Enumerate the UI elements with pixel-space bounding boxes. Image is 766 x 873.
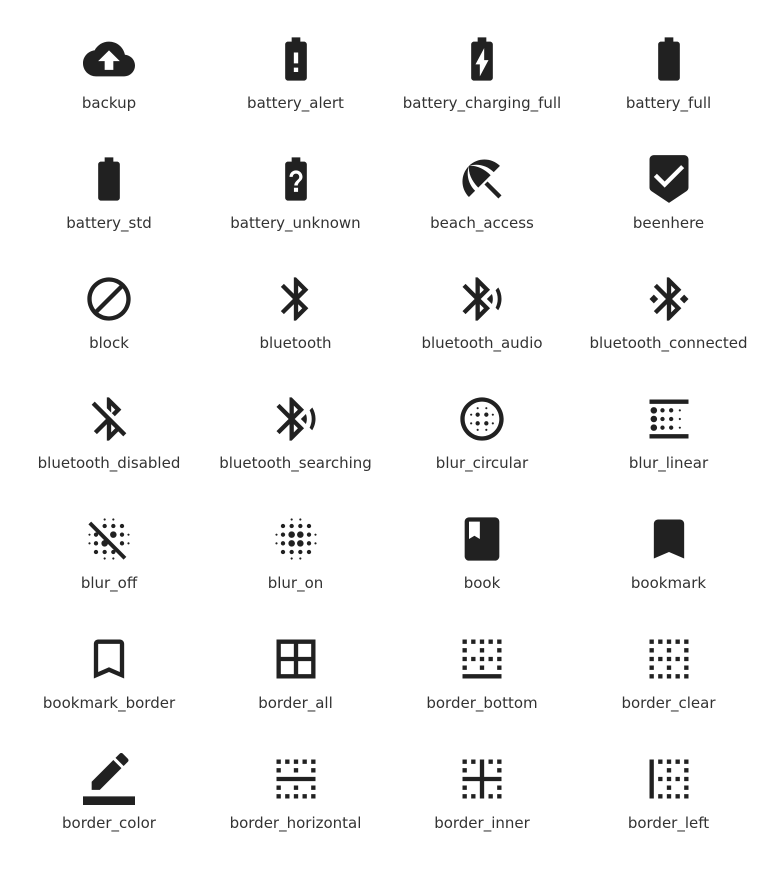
icon-tile-border-clear[interactable]: border_clear	[575, 633, 762, 753]
border-horizontal-icon	[270, 753, 322, 805]
icon-tile-bookmark[interactable]: bookmark	[575, 513, 762, 633]
icon-tile-backup[interactable]: backup	[16, 33, 202, 153]
icon-label: border_color	[62, 814, 156, 832]
icon-tile-bluetooth-searching[interactable]: bluetooth_searching	[202, 393, 389, 513]
icon-tile-bluetooth-connected[interactable]: bluetooth_connected	[575, 273, 762, 393]
icon-label: battery_full	[625, 94, 712, 112]
battery-charging-full-icon	[456, 33, 508, 85]
block-icon	[83, 273, 135, 325]
icon-tile-border-horizontal[interactable]: border_horizontal	[202, 753, 389, 873]
icon-label: bluetooth_searching	[219, 454, 372, 472]
border-inner-icon	[456, 753, 508, 805]
beach-access-icon	[456, 153, 508, 205]
icon-label: bluetooth	[259, 334, 332, 352]
icon-tile-border-left[interactable]: border_left	[575, 753, 762, 873]
icon-label: blur_circular	[435, 454, 529, 472]
icon-label: border_horizontal	[229, 814, 362, 832]
icon-tile-blur-circular[interactable]: blur_circular	[389, 393, 575, 513]
icon-tile-border-bottom[interactable]: border_bottom	[389, 633, 575, 753]
icon-tile-border-color[interactable]: border_color	[16, 753, 202, 873]
bookmark-border-icon	[83, 633, 135, 685]
icon-label: beach_access	[430, 214, 534, 232]
battery-alert-icon	[270, 33, 322, 85]
icon-tile-battery-full[interactable]: battery_full	[575, 33, 762, 153]
icon-label: battery_charging_full	[402, 94, 562, 112]
icon-label: beenhere	[632, 214, 705, 232]
icon-tile-bluetooth-disabled[interactable]: bluetooth_disabled	[16, 393, 202, 513]
icon-grid: backup battery_alert battery_charging_fu…	[0, 0, 766, 873]
backup-icon	[83, 33, 135, 85]
border-all-icon	[270, 633, 322, 685]
icon-label: battery_unknown	[230, 214, 361, 232]
bluetooth-searching-icon	[270, 393, 322, 445]
icon-label: battery_alert	[247, 94, 344, 112]
icon-label: blur_off	[80, 574, 138, 592]
blur-linear-icon	[643, 393, 695, 445]
beenhere-icon	[643, 153, 695, 205]
border-bottom-icon	[456, 633, 508, 685]
icon-label: bluetooth_connected	[589, 334, 748, 352]
icon-tile-beenhere[interactable]: beenhere	[575, 153, 762, 273]
icon-tile-border-all[interactable]: border_all	[202, 633, 389, 753]
icon-label: bookmark_border	[42, 694, 176, 712]
bookmark-icon	[643, 513, 695, 565]
icon-label: bluetooth_disabled	[37, 454, 181, 472]
icon-label: border_all	[258, 694, 333, 712]
icon-tile-beach-access[interactable]: beach_access	[389, 153, 575, 273]
icon-label: border_left	[627, 814, 710, 832]
blur-off-icon	[83, 513, 135, 565]
icon-tile-battery-std[interactable]: battery_std	[16, 153, 202, 273]
icon-label: border_clear	[621, 694, 716, 712]
bluetooth-disabled-icon	[83, 393, 135, 445]
icon-tile-blur-on[interactable]: blur_on	[202, 513, 389, 633]
icon-tile-battery-alert[interactable]: battery_alert	[202, 33, 389, 153]
bluetooth-icon	[270, 273, 322, 325]
book-icon	[456, 513, 508, 565]
icon-label: block	[89, 334, 129, 352]
blur-circular-icon	[456, 393, 508, 445]
battery-full-icon	[643, 33, 695, 85]
icon-tile-battery-unknown[interactable]: battery_unknown	[202, 153, 389, 273]
icon-label: blur_on	[267, 574, 324, 592]
icon-tile-book[interactable]: book	[389, 513, 575, 633]
icon-tile-bluetooth-audio[interactable]: bluetooth_audio	[389, 273, 575, 393]
icon-tile-border-inner[interactable]: border_inner	[389, 753, 575, 873]
blur-on-icon	[270, 513, 322, 565]
bluetooth-audio-icon	[456, 273, 508, 325]
icon-label: border_bottom	[426, 694, 538, 712]
icon-tile-bluetooth[interactable]: bluetooth	[202, 273, 389, 393]
battery-unknown-icon	[270, 153, 322, 205]
border-clear-icon	[643, 633, 695, 685]
icon-tile-block[interactable]: block	[16, 273, 202, 393]
battery-std-icon	[83, 153, 135, 205]
icon-tile-bookmark-border[interactable]: bookmark_border	[16, 633, 202, 753]
icon-label: border_inner	[434, 814, 530, 832]
icon-tile-blur-off[interactable]: blur_off	[16, 513, 202, 633]
bluetooth-connected-icon	[643, 273, 695, 325]
icon-label: book	[463, 574, 501, 592]
border-left-icon	[643, 753, 695, 805]
border-color-icon	[83, 753, 135, 805]
icon-tile-battery-charging-full[interactable]: battery_charging_full	[389, 33, 575, 153]
icon-label: blur_linear	[628, 454, 709, 472]
icon-label: battery_std	[66, 214, 152, 232]
icon-label: bluetooth_audio	[421, 334, 543, 352]
icon-tile-blur-linear[interactable]: blur_linear	[575, 393, 762, 513]
icon-label: backup	[81, 94, 137, 112]
icon-label: bookmark	[630, 574, 707, 592]
